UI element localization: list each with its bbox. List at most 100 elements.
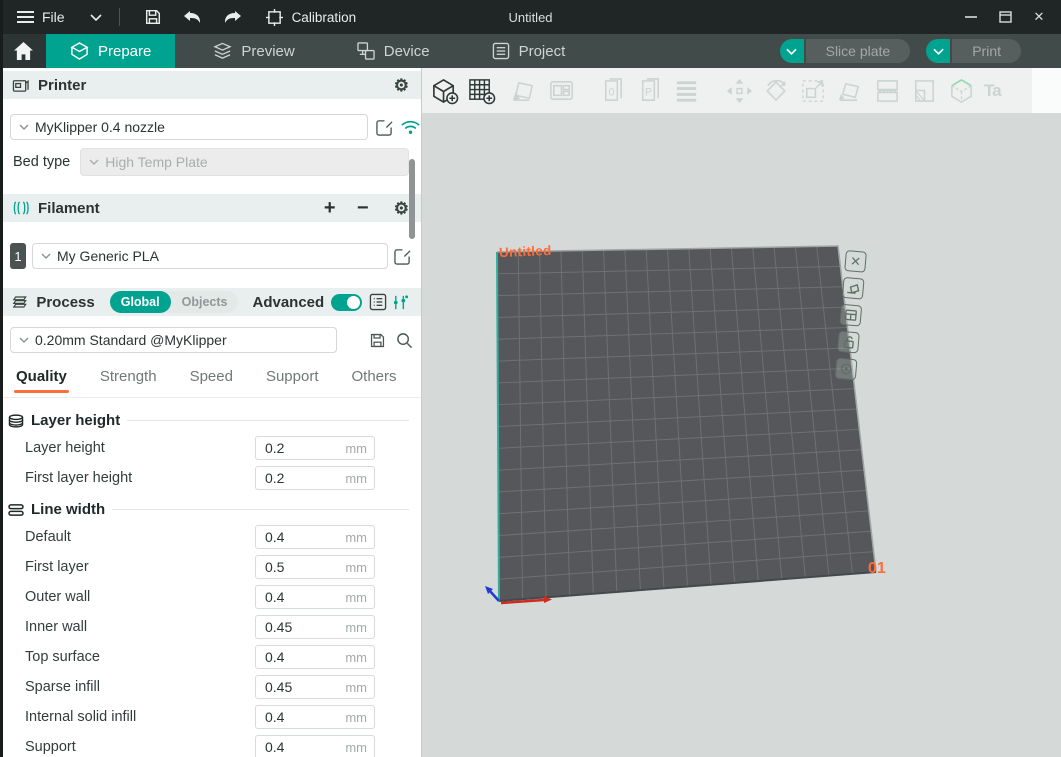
remove-filament-button[interactable]: − bbox=[351, 198, 375, 218]
wifi-connection-icon[interactable] bbox=[401, 120, 420, 135]
tab-quality[interactable]: Quality bbox=[16, 368, 67, 393]
close-button[interactable]: ✕ bbox=[1025, 5, 1053, 29]
slice-dropdown[interactable] bbox=[780, 39, 804, 63]
settings-groups: Layer heightLayer heightmmFirst layer he… bbox=[0, 397, 421, 757]
scope-objects[interactable]: Objects bbox=[171, 291, 239, 313]
setting-row: Inner wallmm bbox=[0, 612, 421, 642]
tab-preview[interactable]: Preview bbox=[189, 34, 318, 68]
tab-device[interactable]: Device bbox=[333, 34, 454, 68]
setting-input-box: mm bbox=[255, 645, 375, 669]
advanced-toggle[interactable] bbox=[331, 294, 362, 311]
setting-label: Default bbox=[25, 529, 255, 545]
plate-auto-orient-icon[interactable] bbox=[842, 277, 865, 300]
line-width-icon bbox=[8, 503, 24, 517]
calibration-icon[interactable] bbox=[264, 6, 286, 28]
process-tabs: Quality Strength Speed Support Others bbox=[0, 363, 421, 393]
plate-settings-icon[interactable] bbox=[835, 358, 858, 381]
filament-settings-icon[interactable]: ⚙ bbox=[394, 200, 409, 217]
setting-value-input[interactable] bbox=[256, 529, 334, 545]
setting-label: Outer wall bbox=[25, 589, 255, 605]
setting-unit: mm bbox=[345, 650, 374, 665]
compare-presets-icon[interactable] bbox=[392, 294, 409, 311]
add-filament-button[interactable]: + bbox=[318, 198, 342, 218]
setting-input-box: mm bbox=[255, 705, 375, 729]
search-icon[interactable] bbox=[396, 332, 413, 349]
setting-value-input[interactable] bbox=[256, 470, 334, 486]
scope-global[interactable]: Global bbox=[110, 291, 171, 313]
setting-unit: mm bbox=[345, 530, 374, 545]
tab-strength[interactable]: Strength bbox=[100, 368, 157, 393]
maximize-button[interactable] bbox=[991, 5, 1019, 29]
setting-value-input[interactable] bbox=[256, 589, 334, 605]
setting-value-input[interactable] bbox=[256, 679, 334, 695]
plate-delete-icon[interactable]: ✕ bbox=[844, 250, 867, 273]
chevron-down-icon[interactable] bbox=[85, 6, 107, 28]
view-all-settings-icon[interactable] bbox=[369, 293, 387, 311]
chevron-down-icon bbox=[19, 335, 29, 345]
save-icon[interactable] bbox=[142, 6, 164, 28]
printer-icon bbox=[12, 77, 29, 93]
setting-value-input[interactable] bbox=[256, 739, 334, 755]
save-preset-icon[interactable] bbox=[369, 332, 386, 349]
slice-plate-button-group: Slice plate bbox=[780, 39, 911, 63]
plate-arrange-icon[interactable] bbox=[839, 304, 862, 327]
setting-unit: mm bbox=[345, 441, 374, 456]
setting-unit: mm bbox=[345, 620, 374, 635]
window-left-edge bbox=[0, 0, 3, 757]
home-button[interactable] bbox=[0, 34, 46, 68]
printer-preset-combo[interactable]: MyKlipper 0.4 nozzle bbox=[10, 114, 368, 140]
process-preset-combo[interactable]: 0.20mm Standard @MyKlipper bbox=[10, 327, 337, 353]
setting-value-input[interactable] bbox=[256, 709, 334, 725]
setting-value-input[interactable] bbox=[256, 649, 334, 665]
slice-plate-button[interactable]: Slice plate bbox=[806, 39, 911, 63]
redo-icon[interactable] bbox=[222, 6, 244, 28]
bed-type-combo[interactable]: High Temp Plate bbox=[80, 148, 409, 176]
plate-name-label[interactable]: Untitled bbox=[499, 243, 552, 260]
chevron-down-icon bbox=[19, 122, 29, 132]
home-icon bbox=[14, 42, 33, 60]
setting-unit: mm bbox=[345, 471, 374, 486]
edit-filament-icon[interactable] bbox=[394, 248, 411, 265]
process-preset-value: 0.20mm Standard @MyKlipper bbox=[35, 332, 227, 348]
setting-unit: mm bbox=[345, 680, 374, 695]
tab-support[interactable]: Support bbox=[266, 368, 319, 393]
setting-value-input[interactable] bbox=[256, 559, 334, 575]
chevron-down-icon bbox=[89, 157, 99, 167]
filament-section-header: Filament + − ⚙ bbox=[0, 194, 421, 222]
menu-icon[interactable] bbox=[14, 6, 36, 28]
group-title-label: Layer height bbox=[31, 412, 120, 429]
setting-value-input[interactable] bbox=[256, 619, 334, 635]
file-menu[interactable]: File bbox=[42, 9, 65, 25]
tab-speed[interactable]: Speed bbox=[190, 368, 233, 393]
process-section-header: Process Global Objects Advanced bbox=[0, 288, 421, 316]
undo-icon[interactable] bbox=[182, 6, 204, 28]
edit-printer-icon[interactable] bbox=[376, 119, 393, 136]
setting-value-input[interactable] bbox=[256, 440, 334, 456]
setting-input-box: mm bbox=[255, 466, 375, 490]
setting-row: First layer heightmm bbox=[0, 463, 421, 493]
setting-unit: mm bbox=[345, 590, 374, 605]
tab-others[interactable]: Others bbox=[352, 368, 397, 393]
tab-prepare[interactable]: Prepare bbox=[46, 34, 175, 68]
settings-scrollbar[interactable] bbox=[409, 159, 415, 239]
setting-input-box: mm bbox=[255, 585, 375, 609]
group-rule bbox=[127, 420, 409, 421]
filament-preset-combo[interactable]: My Generic PLA bbox=[32, 243, 388, 269]
device-icon bbox=[357, 42, 375, 60]
printer-settings-icon[interactable]: ⚙ bbox=[394, 77, 409, 94]
setting-row: Default mm bbox=[0, 522, 421, 552]
tab-project[interactable]: Project bbox=[468, 34, 590, 68]
viewport-3d[interactable]: 0 P Ta bbox=[422, 68, 1061, 757]
chevron-down-icon bbox=[41, 251, 51, 261]
setting-row: First layermm bbox=[0, 552, 421, 582]
print-button[interactable]: Print bbox=[952, 39, 1021, 63]
minimize-button[interactable] bbox=[957, 5, 985, 29]
setting-input-box: mm bbox=[255, 525, 375, 549]
plate-number-label: 01 bbox=[868, 560, 886, 578]
print-dropdown[interactable] bbox=[926, 39, 950, 63]
build-plate[interactable] bbox=[422, 68, 1061, 757]
group-title: Line width bbox=[8, 501, 413, 518]
plate-lock-icon[interactable] bbox=[837, 331, 860, 354]
filament-preset-value: My Generic PLA bbox=[57, 248, 159, 264]
calibration-label[interactable]: Calibration bbox=[292, 10, 357, 25]
